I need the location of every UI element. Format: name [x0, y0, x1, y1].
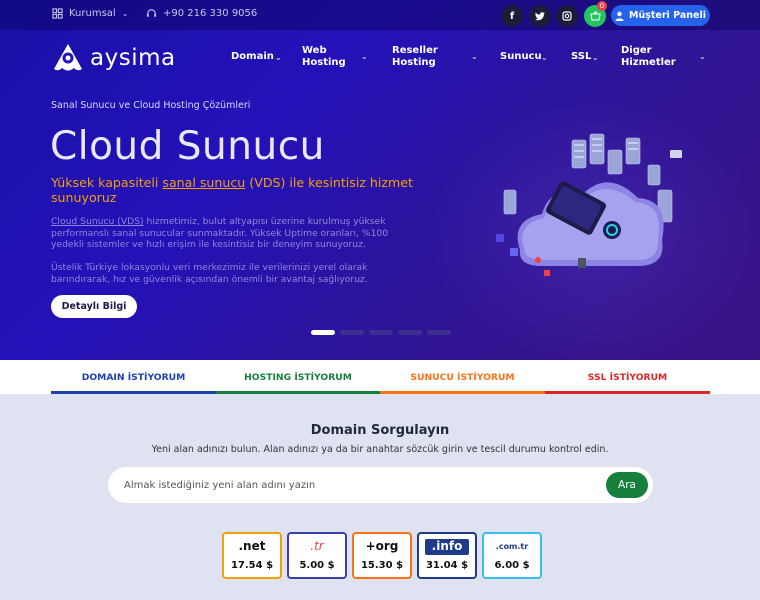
instagram-icon[interactable] — [556, 5, 578, 27]
hero-subtitle: Sanal Sunucu ve Cloud Hosting Çözümleri — [51, 100, 251, 111]
domain-search-title: Domain Sorgulayın — [310, 423, 450, 438]
phone-contact[interactable]: +90 216 330 9056 — [146, 8, 257, 19]
slider-dot[interactable] — [427, 330, 451, 335]
tab-hosting[interactable]: HOSTING İSTİYORUM — [216, 360, 380, 394]
tld-logo-net: .net — [238, 539, 266, 553]
nav-label: Diger — [621, 45, 652, 56]
chevron-down-icon: ⌄ — [361, 52, 368, 61]
nav-domain[interactable]: Domain ⌄ — [231, 51, 282, 63]
tab-ssl[interactable]: SSL İSTİYORUM — [545, 360, 710, 394]
domain-search-subtitle: Yeni alan adınızı bulun. Alan adınızı ya… — [151, 444, 609, 455]
tld-card-info[interactable]: .info 31.04 $ — [417, 532, 477, 579]
nav-label: Sunucu — [500, 51, 542, 62]
nav-label: Domain — [231, 51, 274, 62]
logo-text: aysima — [90, 45, 176, 71]
user-icon — [615, 11, 624, 21]
cart-count-badge: 0 — [597, 1, 607, 11]
sanal-sunucu-link[interactable]: sanal sunucu — [162, 175, 245, 190]
tld-logo-info: .info — [425, 539, 469, 555]
service-tabs: DOMAIN İSTİYORUM HOSTING İSTİYORUM SUNUC… — [0, 360, 760, 394]
cloud-logo-icon — [54, 44, 82, 71]
tab-underline — [545, 391, 710, 394]
tab-underline — [216, 391, 380, 394]
nav-label-line2: Hosting — [392, 57, 436, 68]
tab-underline — [380, 391, 545, 394]
nav-diger-hizmetler[interactable]: Diger Hizmetler ⌄ — [621, 45, 706, 69]
slider-dot[interactable] — [311, 330, 335, 335]
tld-card-org[interactable]: +org 15.30 $ — [352, 532, 412, 579]
nav-label-line2: Hizmetler — [621, 57, 676, 68]
slider-dots — [311, 330, 451, 335]
chevron-down-icon: ⌄ — [541, 53, 548, 62]
site-logo[interactable]: aysima — [52, 42, 176, 74]
twitter-bird-icon — [535, 11, 545, 20]
corporate-menu[interactable]: Kurumsal ⌄ — [52, 8, 128, 19]
hero-lead: Yüksek kapasiteli sanal sunucu (VDS) ile… — [51, 175, 446, 205]
tld-logo-org: +org — [365, 539, 399, 553]
nav-ssl[interactable]: SSL ⌄ — [571, 51, 599, 63]
tab-domain[interactable]: DOMAIN İSTİYORUM — [51, 360, 216, 394]
tld-price: 17.54 $ — [230, 560, 274, 571]
tld-price: 5.00 $ — [299, 560, 335, 571]
tab-label: SUNUCU İSTİYORUM — [410, 371, 515, 383]
basket-icon — [589, 11, 601, 21]
tld-card-tr[interactable]: .tr 5.00 $ — [287, 532, 347, 579]
hero-paragraph-1: Cloud Sunucu (VDS) hizmetimiz, bulut alt… — [51, 216, 411, 251]
nav-label: Web — [302, 45, 327, 56]
tld-logo-tr: .tr — [310, 539, 324, 553]
instagram-glyph-icon — [562, 11, 572, 21]
slider-dot[interactable] — [369, 330, 393, 335]
chevron-down-icon: ⌄ — [471, 52, 478, 61]
nav-web-hosting[interactable]: Web Hosting ⌄ — [302, 45, 368, 69]
grid-icon — [52, 8, 63, 19]
headset-icon — [146, 9, 157, 17]
hero-title: Cloud Sunucu — [50, 124, 325, 169]
corporate-label: Kurumsal — [69, 8, 116, 19]
customer-panel-button[interactable]: Müşteri Paneli — [611, 5, 710, 26]
customer-panel-label: Müşteri Paneli — [629, 10, 706, 21]
domain-search-box: Ara — [108, 467, 653, 503]
search-button[interactable]: Ara — [606, 472, 648, 498]
tab-label: HOSTING İSTİYORUM — [244, 371, 352, 383]
chevron-down-icon: ⌄ — [275, 53, 282, 62]
cloud-server-illustration — [496, 133, 682, 276]
tab-label: DOMAIN İSTİYORUM — [81, 371, 186, 383]
nav-label: SSL — [571, 51, 592, 62]
top-bar: Kurumsal ⌄ +90 216 330 9056 f 0 Müşteri … — [0, 0, 760, 30]
slider-dot[interactable] — [340, 330, 364, 335]
tld-price: 31.04 $ — [425, 560, 469, 571]
hero-banner: Kurumsal ⌄ +90 216 330 9056 f 0 Müşteri … — [0, 0, 760, 360]
nav-reseller-hosting[interactable]: Reseller Hosting ⌄ — [392, 45, 478, 69]
tab-sunucu[interactable]: SUNUCU İSTİYORUM — [380, 360, 545, 394]
facebook-icon[interactable]: f — [501, 5, 523, 27]
nav-label: Reseller — [392, 45, 438, 56]
cloud-sunucu-link[interactable]: Cloud Sunucu (VDS) — [51, 216, 144, 227]
nav-sunucu[interactable]: Sunucu ⌄ — [500, 51, 548, 63]
tld-price: 6.00 $ — [494, 560, 530, 571]
tld-price: 15.30 $ — [360, 560, 404, 571]
details-button[interactable]: Detaylı Bilgi — [51, 295, 137, 318]
hero-paragraph-2: Üstelik Türkiye lokasyonlu veri merkezim… — [51, 262, 368, 285]
tab-underline — [51, 391, 216, 394]
chevron-down-icon: ⌄ — [592, 53, 599, 62]
tld-card-net[interactable]: .net 17.54 $ — [222, 532, 282, 579]
tld-card-comtr[interactable]: .com.tr 6.00 $ — [482, 532, 542, 579]
twitter-icon[interactable] — [529, 5, 551, 27]
nav-label-line2: Hosting — [302, 57, 346, 68]
chevron-down-icon: ⌄ — [699, 52, 706, 61]
slider-dot[interactable] — [398, 330, 422, 335]
phone-number: +90 216 330 9056 — [163, 8, 258, 19]
domain-search-input[interactable] — [124, 467, 594, 503]
tld-logo-comtr: .com.tr — [495, 542, 529, 551]
lead-text: Yüksek kapasiteli — [51, 175, 163, 190]
tab-label: SSL İSTİYORUM — [587, 371, 668, 383]
chevron-down-icon: ⌄ — [121, 9, 129, 18]
